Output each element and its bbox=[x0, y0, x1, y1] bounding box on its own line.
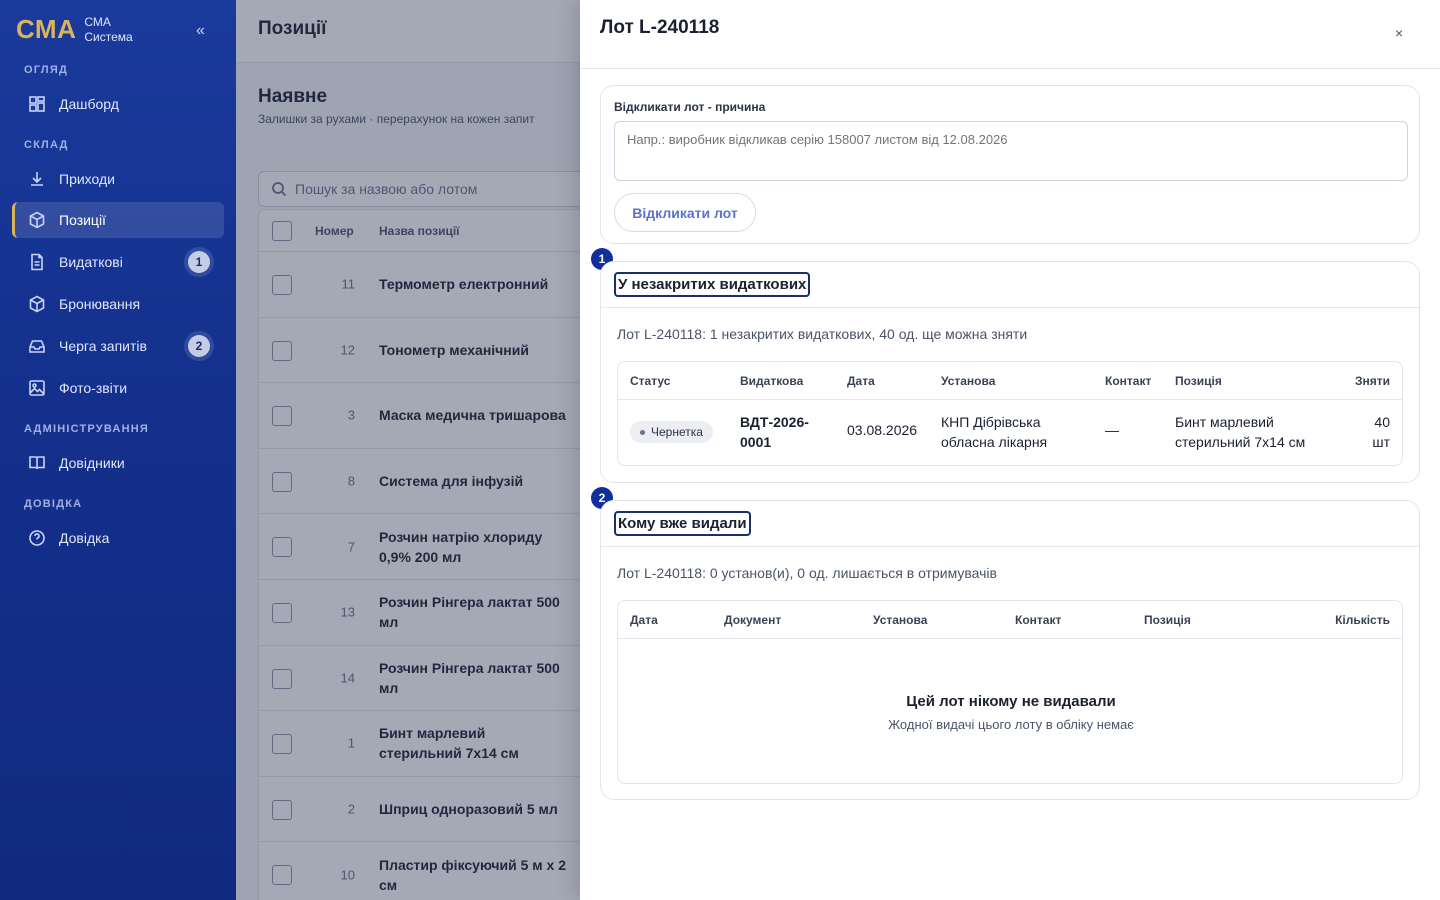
column-invoice-header: Видаткова bbox=[740, 374, 804, 388]
issued-to-card: Кому вже видали Лот L-240118: 0 установ(… bbox=[600, 500, 1420, 800]
table-row[interactable]: Чернетка ВДТ-2026-0001 03.08.2026 КНП Ді… bbox=[618, 400, 1402, 464]
removed-quantity: 40 шт bbox=[1372, 412, 1390, 452]
invoice-date: 03.08.2026 bbox=[847, 422, 918, 438]
column-institution-header: Установа bbox=[873, 613, 928, 627]
column-removed-header: Зняти bbox=[1354, 374, 1390, 388]
invoices-count-badge: 1 bbox=[188, 251, 210, 273]
column-document-header: Документ bbox=[724, 613, 782, 627]
sidebar-item-label: Приходи bbox=[59, 171, 115, 187]
brand-line-1: СМА bbox=[84, 14, 111, 29]
document-icon bbox=[28, 253, 46, 271]
card-header: Кому вже видали bbox=[601, 501, 1419, 547]
sidebar-item-help[interactable]: Довідка bbox=[12, 520, 224, 556]
quantity-value: 40 bbox=[1374, 414, 1390, 430]
sidebar-item-reservations[interactable]: Бронювання bbox=[12, 286, 224, 322]
institution-name: КНП Дібрівська обласна лікарня bbox=[941, 414, 1048, 450]
column-status-header: Статус bbox=[630, 374, 671, 388]
drawer-header: Лот L-240118 × bbox=[580, 0, 1440, 69]
sidebar-item-positions[interactable]: Позиції bbox=[12, 202, 224, 238]
sidebar-item-invoices[interactable]: Видаткові 1 bbox=[12, 244, 224, 280]
column-institution-header: Установа bbox=[941, 374, 996, 388]
sidebar-item-label: Фото-звіти bbox=[59, 380, 128, 396]
help-icon bbox=[28, 529, 46, 547]
status-dot bbox=[640, 429, 645, 435]
nav-section-help: ДОВІДКА bbox=[24, 498, 83, 510]
sidebar-item-label: Видаткові bbox=[59, 254, 123, 270]
sidebar-item-receipts[interactable]: Приходи bbox=[12, 161, 224, 197]
inbox-icon bbox=[28, 337, 46, 355]
sidebar-item-label: Черга запитів bbox=[59, 338, 147, 354]
recall-lot-button[interactable]: Відкликати лот bbox=[614, 193, 756, 232]
issued-to-title: Кому вже видали bbox=[614, 511, 751, 536]
box-icon bbox=[28, 295, 46, 313]
sidebar: СМА СМА Система « ОГЛЯД Дашборд СКЛАД Пр… bbox=[0, 0, 236, 900]
sidebar-item-label: Довідники bbox=[59, 455, 125, 471]
sidebar-item-label: Позиції bbox=[59, 212, 106, 228]
column-item-header: Позиція bbox=[1144, 613, 1191, 627]
contact-value: — bbox=[1105, 422, 1119, 438]
open-invoices-table: Статус Видаткова Дата Установа Контакт П… bbox=[617, 361, 1403, 466]
dashboard-icon bbox=[28, 95, 46, 113]
open-invoices-card: У незакритих видаткових Лот L-240118: 1 … bbox=[600, 261, 1420, 483]
book-icon bbox=[28, 454, 46, 472]
sidebar-item-dashboard[interactable]: Дашборд bbox=[12, 86, 224, 122]
collapse-sidebar-button[interactable]: « bbox=[196, 22, 205, 40]
item-name: Бинт марлевий стерильний 7х14 см bbox=[1175, 414, 1306, 450]
status-label: Чернетка bbox=[651, 425, 703, 439]
recall-reason-label: Відкликати лот - причина bbox=[614, 100, 766, 114]
nav-section-admin: АДМІНІСТРУВАННЯ bbox=[24, 423, 149, 435]
column-contact-header: Контакт bbox=[1015, 613, 1062, 627]
open-invoices-title: У незакритих видаткових bbox=[614, 272, 811, 297]
status-badge: Чернетка bbox=[630, 421, 713, 443]
sidebar-item-label: Дашборд bbox=[59, 96, 119, 112]
drawer-title: Лот L-240118 bbox=[600, 17, 720, 38]
close-button[interactable]: × bbox=[1395, 25, 1403, 41]
brand[interactable]: СМА СМА Система bbox=[16, 14, 133, 45]
image-icon bbox=[28, 379, 46, 397]
brand-line-2: Система bbox=[84, 29, 133, 44]
column-item-header: Позиція bbox=[1175, 374, 1222, 388]
sidebar-item-label: Бронювання bbox=[59, 296, 141, 312]
sidebar-item-label: Довідка bbox=[59, 530, 110, 546]
card-header: У незакритих видаткових bbox=[601, 262, 1419, 308]
recall-reason-field[interactable] bbox=[614, 121, 1408, 181]
open-invoices-summary: Лот L-240118: 1 незакритих видаткових, 4… bbox=[617, 326, 1028, 342]
column-quantity-header: Кількість bbox=[1335, 613, 1390, 627]
brand-text: СМА Система bbox=[84, 15, 132, 45]
brand-logo: СМА bbox=[16, 14, 77, 44]
invoice-number-link[interactable]: ВДТ-2026-0001 bbox=[740, 412, 820, 452]
queue-count-badge: 2 bbox=[188, 335, 210, 357]
table-header: Статус Видаткова Дата Установа Контакт П… bbox=[618, 362, 1402, 400]
issued-to-summary: Лот L-240118: 0 установ(и), 0 од. лишаєт… bbox=[617, 565, 997, 581]
column-date-header: Дата bbox=[630, 613, 658, 627]
box-icon bbox=[28, 211, 46, 229]
lot-details-drawer: Лот L-240118 × Відкликати лот - причина … bbox=[580, 0, 1440, 900]
column-date-header: Дата bbox=[847, 374, 875, 388]
sidebar-item-directories[interactable]: Довідники bbox=[12, 445, 224, 481]
nav-section-overview: ОГЛЯД bbox=[24, 64, 68, 76]
recall-lot-card: Відкликати лот - причина Відкликати лот bbox=[600, 85, 1420, 244]
download-icon bbox=[28, 170, 46, 188]
empty-state-title: Цей лот нікому не видавали bbox=[906, 693, 1116, 710]
sidebar-item-photo-reports[interactable]: Фото-звіти bbox=[12, 370, 224, 406]
quantity-unit: шт bbox=[1372, 434, 1390, 450]
empty-state-subtitle: Жодної видачі цього лоту в обліку немає bbox=[888, 717, 1134, 732]
nav-section-warehouse: СКЛАД bbox=[24, 139, 69, 151]
table-header: Дата Документ Установа Контакт Позиція К… bbox=[618, 601, 1402, 639]
issued-to-table: Дата Документ Установа Контакт Позиція К… bbox=[617, 600, 1403, 784]
sidebar-item-request-queue[interactable]: Черга запитів 2 bbox=[12, 328, 224, 364]
column-contact-header: Контакт bbox=[1105, 374, 1152, 388]
